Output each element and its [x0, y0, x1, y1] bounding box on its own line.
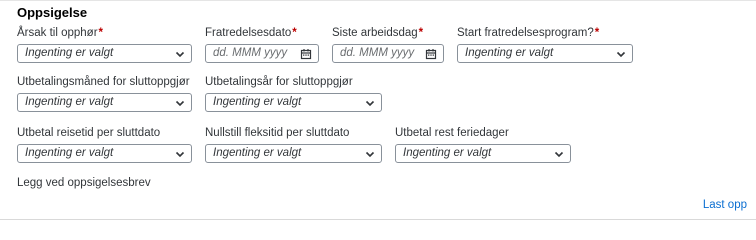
- feriedager-select[interactable]: Ingenting er valgt: [395, 144, 571, 163]
- arsak-label: Årsak til opphør*: [17, 27, 104, 39]
- required-marker: *: [594, 27, 600, 39]
- chevron-down-icon: [175, 151, 185, 158]
- chevron-down-icon: [365, 100, 375, 107]
- bottom-divider: [0, 219, 756, 220]
- section-title: Oppsigelse: [17, 5, 88, 20]
- chevron-down-icon: [365, 151, 375, 158]
- required-marker: *: [98, 27, 104, 39]
- arsak-select[interactable]: Ingenting er valgt: [17, 44, 192, 63]
- chevron-down-icon: [554, 151, 564, 158]
- utbetalingsar-label: Utbetalingsår for sluttoppgjør: [205, 76, 353, 88]
- fleksitid-select[interactable]: Ingenting er valgt: [205, 144, 382, 163]
- fleksitid-value: Ingenting er valgt: [213, 147, 302, 159]
- required-marker: *: [292, 27, 297, 39]
- utbetalingsmaned-select[interactable]: Ingenting er valgt: [17, 93, 192, 112]
- siste-arbeidsdag-label: Siste arbeidsdag*: [332, 27, 424, 39]
- fratredelsesdato-datepicker[interactable]: dd. MMM yyyy: [205, 44, 319, 63]
- fratredelsesdato-placeholder: dd. MMM yyyy: [213, 47, 288, 59]
- reisetid-label: Utbetal reisetid per sluttdato: [17, 127, 161, 139]
- feriedager-value: Ingenting er valgt: [403, 147, 492, 159]
- chevron-down-icon: [175, 100, 185, 107]
- reisetid-select[interactable]: Ingenting er valgt: [17, 144, 192, 163]
- utbetalingsmaned-value: Ingenting er valgt: [25, 96, 114, 108]
- calendar-icon[interactable]: [425, 48, 437, 60]
- chevron-down-icon: [616, 51, 626, 58]
- required-marker: *: [418, 27, 424, 39]
- attachment-label: Legg ved oppsigelsesbrev: [17, 177, 151, 189]
- utbetalingsmaned-label: Utbetalingsmåned for sluttoppgjør: [17, 76, 190, 88]
- start-program-value: Ingenting er valgt: [465, 47, 554, 59]
- calendar-icon[interactable]: [300, 48, 312, 60]
- utbetalingsar-select[interactable]: Ingenting er valgt: [205, 93, 382, 112]
- start-program-select[interactable]: Ingenting er valgt: [457, 44, 633, 63]
- fleksitid-label: Nullstill fleksitid per sluttdato: [205, 127, 350, 139]
- feriedager-label: Utbetal rest feriedager: [395, 127, 509, 139]
- upload-link[interactable]: Last opp: [703, 199, 747, 211]
- fratredelsesdato-label: Fratredelsesdato*: [205, 27, 297, 39]
- siste-arbeidsdag-placeholder: dd. MMM yyyy: [340, 47, 415, 59]
- start-program-label: Start fratredelsesprogram?*: [457, 27, 600, 39]
- arsak-value: Ingenting er valgt: [25, 47, 114, 59]
- chevron-down-icon: [175, 51, 185, 58]
- reisetid-value: Ingenting er valgt: [25, 147, 114, 159]
- utbetalingsar-value: Ingenting er valgt: [213, 96, 302, 108]
- siste-arbeidsdag-datepicker[interactable]: dd. MMM yyyy: [332, 44, 444, 63]
- top-divider: [0, 0, 756, 1]
